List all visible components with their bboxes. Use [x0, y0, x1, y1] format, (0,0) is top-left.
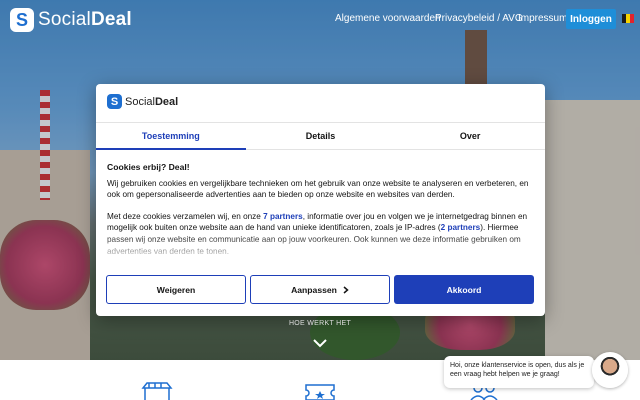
chevron-right-icon — [343, 285, 349, 294]
chevron-down-icon[interactable] — [312, 335, 328, 351]
accept-button[interactable]: Akkoord — [394, 275, 534, 304]
flag-stripe — [630, 14, 634, 23]
logo-text: SocialDeal — [38, 9, 132, 30]
text-fade — [96, 234, 545, 268]
customize-button[interactable]: Aanpassen — [250, 275, 390, 304]
how-it-works-label[interactable]: HOE WERKT HET — [0, 320, 640, 327]
consent-heading: Cookies erbij? Deal! — [107, 162, 190, 172]
reject-button[interactable]: Weigeren — [106, 275, 246, 304]
tab-over[interactable]: Over — [395, 123, 545, 149]
consent-paragraph: Wij gebruiken cookies en vergelijkbare t… — [107, 178, 529, 200]
shop-icon — [141, 382, 173, 400]
nav-link-privacy[interactable]: Privacybeleid / AVG — [435, 13, 523, 24]
language-flag-icon[interactable] — [622, 14, 634, 23]
login-button[interactable]: Inloggen — [566, 9, 616, 29]
logo-text: SocialDeal — [125, 95, 179, 108]
top-navigation: S SocialDeal Algemene voorwaarden Privac… — [0, 0, 640, 38]
chat-bubble[interactable]: Hoi, onze klantenservice is open, dus al… — [444, 356, 594, 388]
logo-mark-icon: S — [107, 94, 122, 109]
tab-toestemming[interactable]: Toestemming — [96, 123, 246, 150]
partners-link[interactable]: 2 partners — [441, 223, 481, 232]
tab-details[interactable]: Details — [246, 123, 396, 149]
nav-link-terms[interactable]: Algemene voorwaarden — [335, 13, 441, 24]
ticket-star-icon — [305, 384, 335, 400]
nav-link-impressum[interactable]: Impressum — [518, 13, 567, 24]
partners-link[interactable]: 7 partners — [263, 212, 303, 221]
dialog-logo: S SocialDeal — [107, 94, 178, 109]
brand-logo[interactable]: S SocialDeal — [10, 8, 132, 32]
support-avatar[interactable] — [592, 352, 628, 388]
logo-mark-icon: S — [10, 8, 34, 32]
consent-tabs: Toestemming Details Over — [96, 122, 545, 150]
cookie-consent-dialog: S SocialDeal Toestemming Details Over Co… — [96, 84, 545, 316]
